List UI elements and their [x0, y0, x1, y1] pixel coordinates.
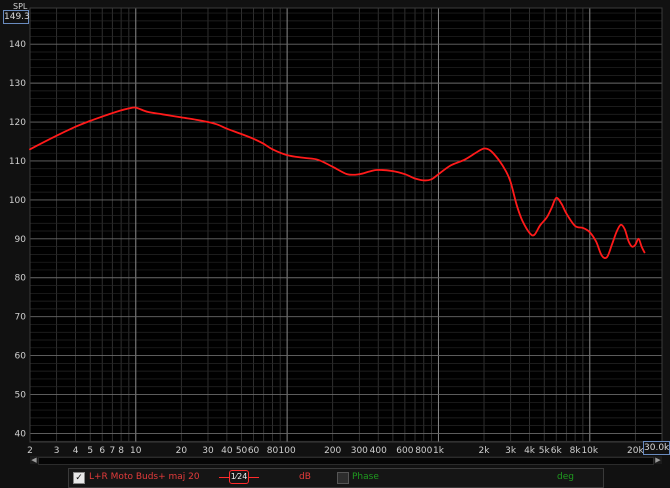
x-tick-label: 300	[351, 446, 368, 456]
scroll-thumb[interactable]	[38, 457, 654, 465]
x-tick-label: 6	[99, 446, 105, 456]
x-tick-label: 30	[202, 446, 214, 456]
y-tick-label: 60	[15, 352, 27, 362]
scroll-left-arrow-icon[interactable]: ◀	[30, 456, 38, 464]
plot-background	[30, 8, 662, 442]
x-tick-label: 600	[396, 446, 413, 456]
smoothing-line-left	[219, 477, 229, 478]
x-tick-label: 40	[221, 446, 233, 456]
x-tick-label: 100	[279, 446, 296, 456]
horizontal-scrollbar[interactable]: ◀ ▶	[30, 456, 662, 465]
x-tick-label: 20	[176, 446, 188, 456]
x-tick-label: 2	[27, 446, 33, 456]
x-axis-tick-labels: 2 3 4 5 6 7 8 10 20 30 40 50 60 80 100 200 300 400 600 800 1…	[27, 446, 644, 456]
x-tick-label: 60	[248, 446, 260, 456]
x-tick-label: 800	[415, 446, 432, 456]
x-tick-label: 4	[73, 446, 79, 456]
y-tick-label: 80	[15, 274, 27, 284]
x-tick-label: 5	[87, 446, 93, 456]
x-tick-label: 8	[118, 446, 124, 456]
x-tick-label: 2k	[479, 446, 491, 456]
y-axis-max-input[interactable]: 149.3	[3, 10, 30, 24]
x-tick-label: 20k	[627, 446, 644, 456]
x-tick-label: 3k	[505, 446, 517, 456]
x-tick-label: 7	[109, 446, 115, 456]
y-tick-label: 130	[9, 79, 26, 89]
frequency-response-chart: 405060708090100110120130140 2 3 4 5 6 7 8 10 20 3…	[9, 7, 663, 456]
y-tick-label: 120	[9, 118, 26, 128]
x-tick-label: 5k	[539, 446, 551, 456]
phase-unit-label: deg	[557, 472, 574, 482]
magnitude-unit-label: dB	[299, 472, 311, 482]
y-tick-label: 40	[15, 429, 27, 439]
y-tick-label: 70	[15, 313, 27, 323]
smoothing-value[interactable]: 1⁄24	[229, 470, 249, 484]
x-tick-label: 6k	[551, 446, 563, 456]
smoothing-numerator: 1	[230, 472, 236, 481]
legend-panel: ✓ L+R Moto Buds+ maj 20 1⁄24 dB Phase de…	[68, 468, 604, 488]
y-tick-label: 110	[9, 157, 26, 167]
x-tick-label: 400	[370, 446, 387, 456]
x-tick-label: 50	[236, 446, 248, 456]
y-tick-label: 140	[9, 40, 26, 50]
phase-label[interactable]: Phase	[352, 472, 379, 482]
smoothing-denominator: 24	[237, 472, 248, 481]
x-tick-label: 10	[130, 446, 142, 456]
y-tick-label: 100	[9, 196, 26, 206]
smoothing-line-right	[249, 477, 259, 478]
x-tick-label: 8k	[570, 446, 582, 456]
y-tick-label: 50	[15, 391, 27, 401]
x-tick-label: 4k	[524, 446, 536, 456]
scroll-right-arrow-icon[interactable]: ▶	[654, 456, 662, 464]
y-axis-tick-labels: 40 50 60 70 80 90 100 110 120 130 140	[9, 40, 26, 439]
x-axis-max-input[interactable]: 30.0k	[643, 441, 670, 455]
x-tick-label: 80	[267, 446, 279, 456]
y-tick-label: 90	[15, 235, 27, 245]
x-tick-label: 1k	[433, 446, 445, 456]
series-visibility-checkbox[interactable]: ✓	[73, 472, 85, 484]
x-tick-label: 3	[54, 446, 60, 456]
series-name-label[interactable]: L+R Moto Buds+ maj 20	[89, 472, 200, 482]
phase-checkbox[interactable]	[337, 472, 349, 484]
x-tick-label: 200	[324, 446, 341, 456]
x-tick-label: 10k	[581, 446, 598, 456]
